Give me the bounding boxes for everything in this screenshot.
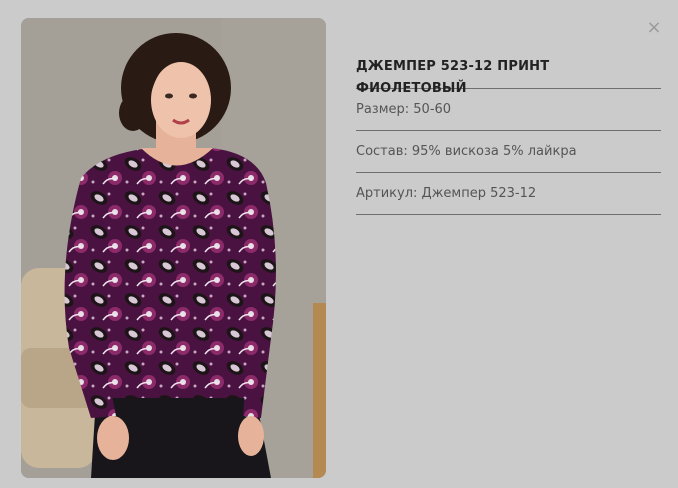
- product-title: ДЖЕМПЕР 523-12 ПРИНТ ФИОЛЕТОВЫЙ: [356, 56, 661, 96]
- product-photo: [21, 18, 326, 478]
- model-illustration: [21, 18, 326, 478]
- product-size: Размер: 50-60: [356, 89, 661, 131]
- product-article: Артикул: Джемпер 523-12: [356, 173, 661, 215]
- product-info: ДЖЕМПЕР 523-12 ПРИНТ ФИОЛЕТОВЫЙ Размер: …: [356, 56, 661, 215]
- close-icon[interactable]: ×: [644, 18, 664, 38]
- product-composition: Состав: 95% вискоза 5% лайкра: [356, 131, 661, 173]
